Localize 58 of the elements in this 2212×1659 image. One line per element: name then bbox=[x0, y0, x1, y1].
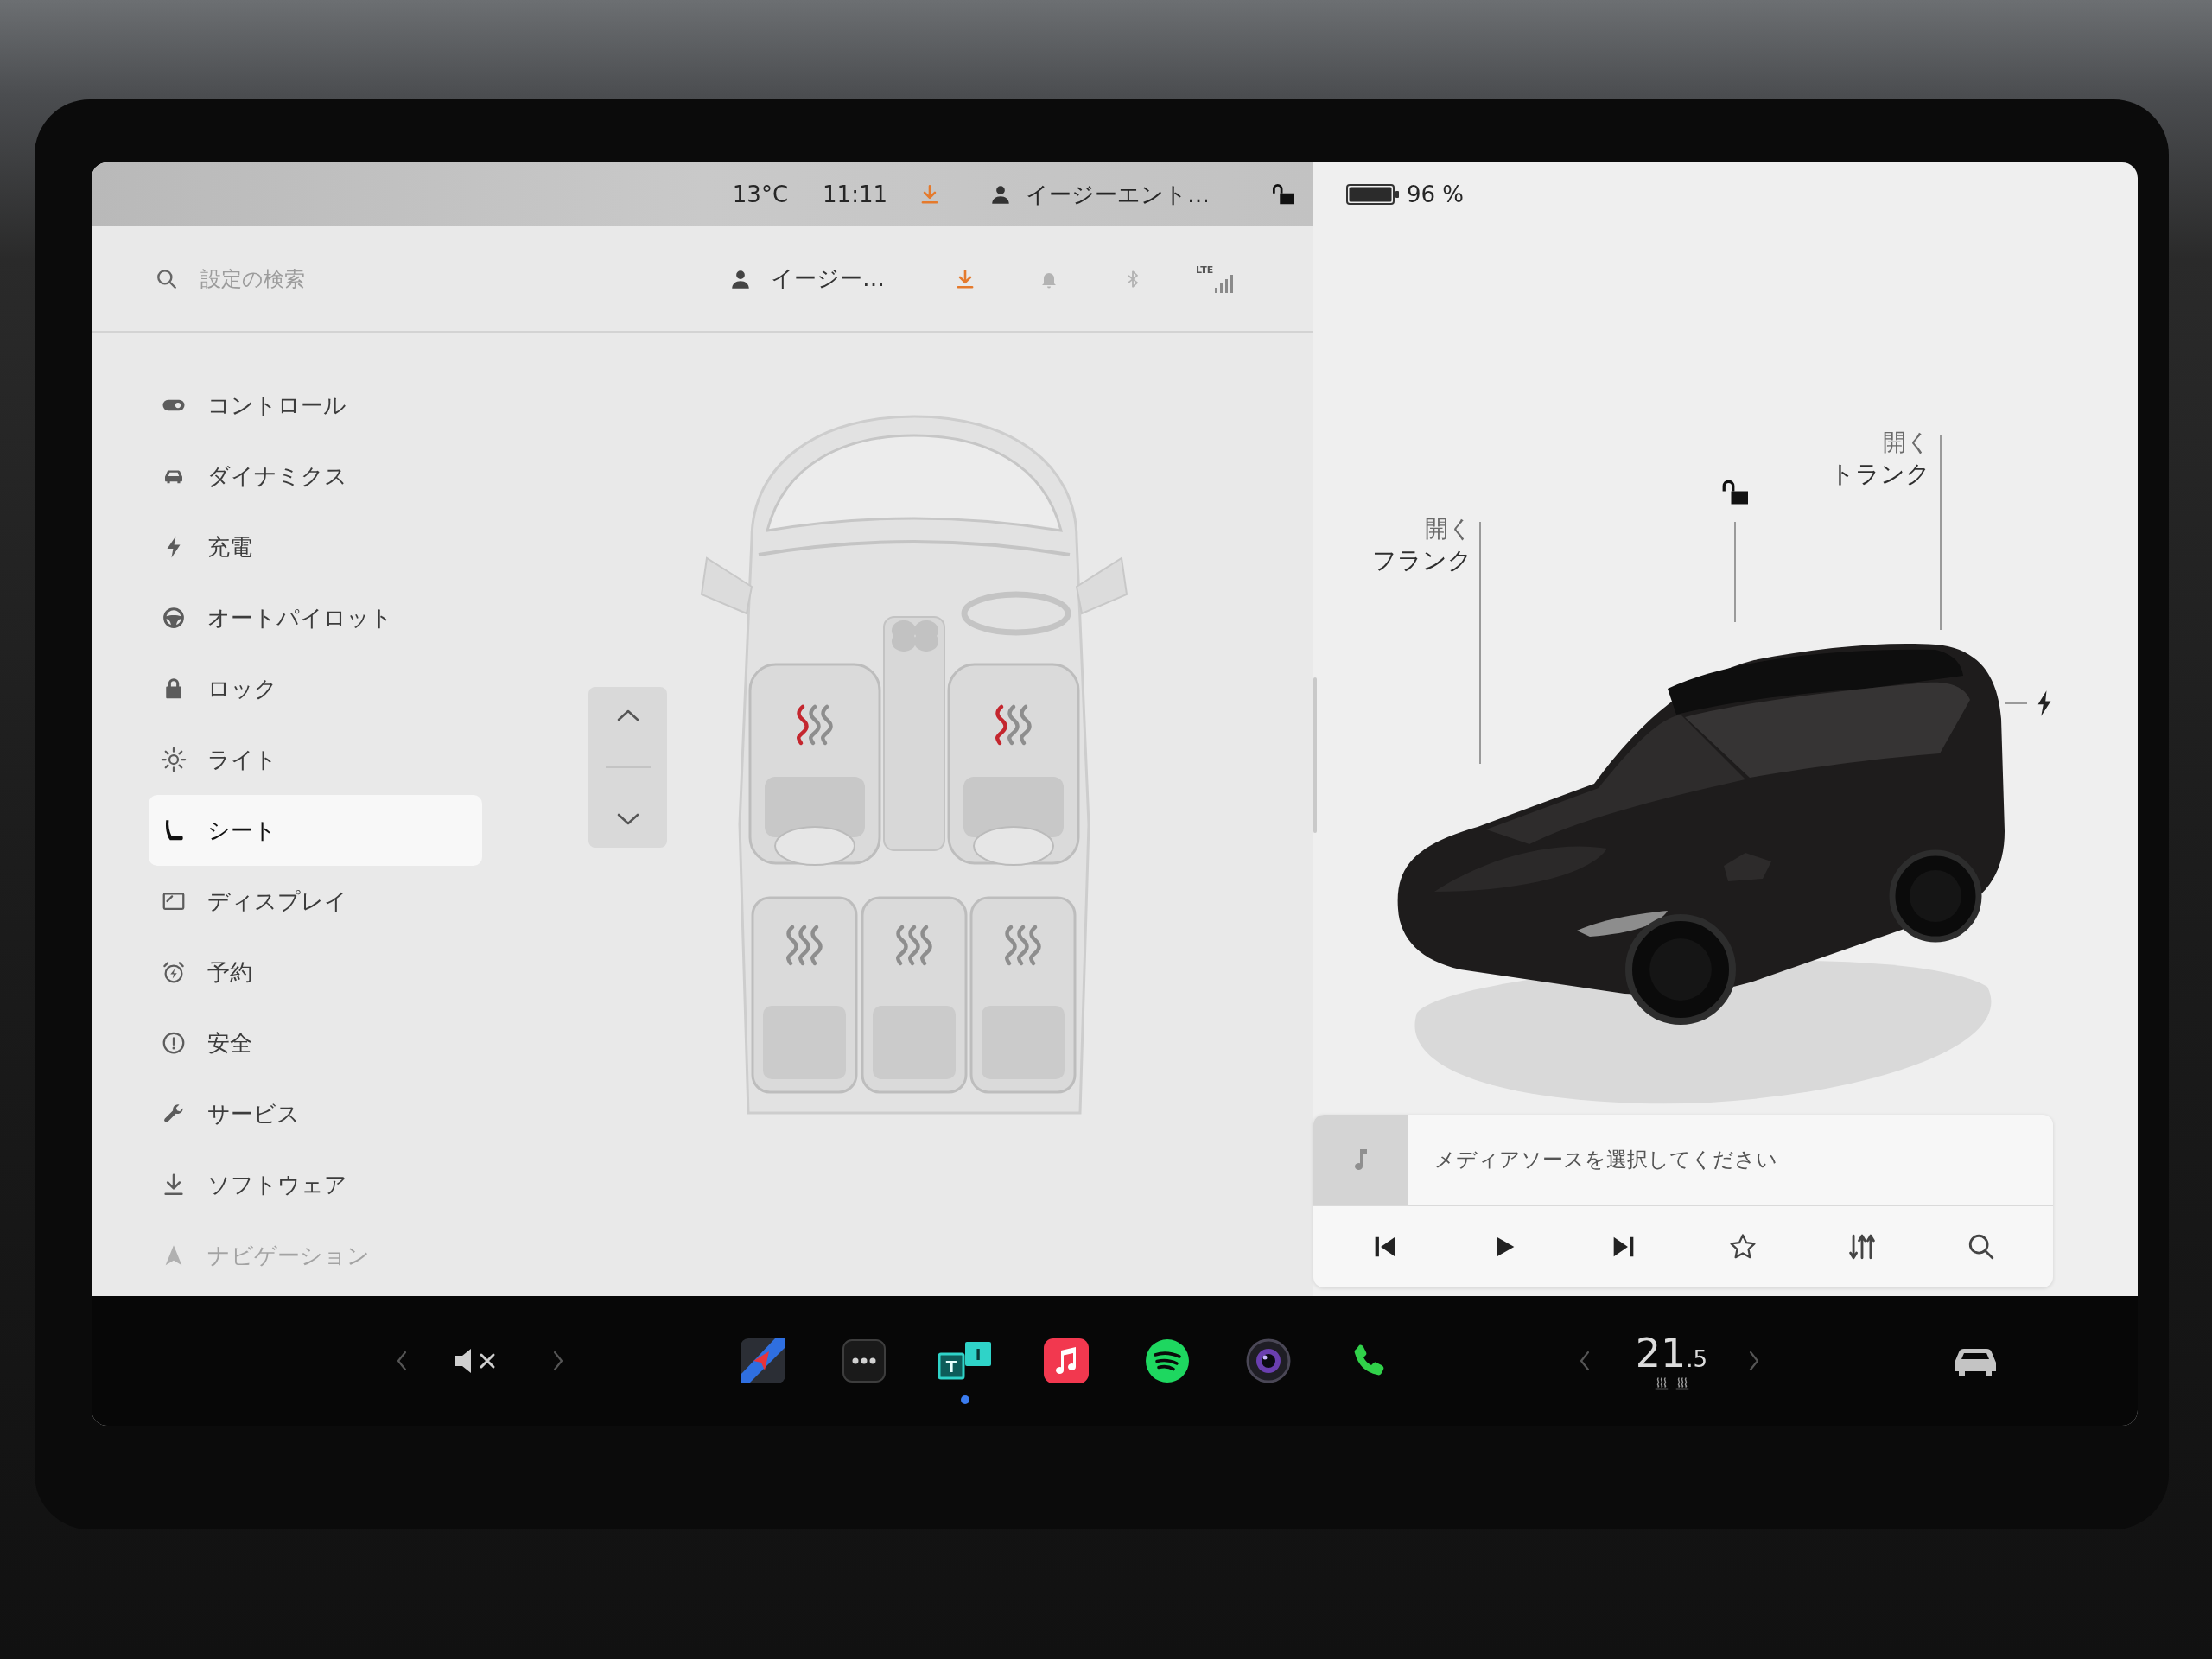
chevron-right-icon[interactable] bbox=[551, 1349, 565, 1373]
trunk-button[interactable]: 開く トランク bbox=[1830, 427, 1930, 492]
camera-lens-icon[interactable] bbox=[1246, 1338, 1291, 1383]
search-field[interactable]: 設定の検索 bbox=[200, 259, 684, 298]
sidebar-item[interactable]: オートパイロット bbox=[149, 582, 482, 653]
steering-wheel-icon bbox=[161, 605, 187, 631]
seat[interactable] bbox=[969, 896, 1077, 1094]
seat-heater-icon[interactable] bbox=[797, 704, 833, 746]
profile-button[interactable]: イージー… bbox=[729, 264, 885, 294]
lightning-bolt-icon[interactable] bbox=[2036, 690, 2053, 717]
profile-button[interactable]: イージーエント… bbox=[989, 179, 1210, 210]
sidebar-item[interactable]: 充電 bbox=[149, 512, 482, 582]
sidebar-item[interactable]: ダイナミクス bbox=[149, 441, 482, 512]
music-app-icon[interactable] bbox=[1044, 1338, 1089, 1383]
battery-percentage: 96 % bbox=[1407, 181, 1465, 207]
alarm-clock-icon bbox=[161, 959, 187, 985]
more-apps-icon[interactable] bbox=[842, 1338, 887, 1383]
equalizer-icon[interactable] bbox=[1847, 1232, 1877, 1262]
navigation-app-icon[interactable] bbox=[741, 1338, 785, 1383]
spotify-icon[interactable] bbox=[1145, 1338, 1190, 1383]
seat-heater-icon[interactable] bbox=[995, 704, 1032, 746]
seat[interactable] bbox=[751, 896, 858, 1094]
seat[interactable] bbox=[861, 896, 968, 1094]
chevron-left-icon[interactable] bbox=[395, 1349, 409, 1373]
sidebar-item[interactable]: シート bbox=[149, 795, 482, 866]
outside-temperature: 13°C bbox=[732, 181, 789, 207]
sidebar-item[interactable]: ソフトウェア bbox=[149, 1149, 482, 1220]
panel-resize-handle[interactable] bbox=[1313, 677, 1317, 833]
leader-line bbox=[2005, 702, 2027, 704]
sidebar-item[interactable]: ロック bbox=[149, 653, 482, 724]
seat-heater-icon[interactable] bbox=[786, 925, 823, 966]
sidebar-item[interactable]: 予約 bbox=[149, 937, 482, 1007]
seat-heater-icon[interactable] bbox=[1005, 925, 1041, 966]
sidebar-item[interactable]: サービス bbox=[149, 1078, 482, 1149]
search-icon[interactable] bbox=[1967, 1232, 1996, 1262]
car-drawing[interactable] bbox=[1397, 643, 2005, 1025]
frunk-button[interactable]: 開く フランク bbox=[1372, 513, 1472, 578]
clock-time: 11:11 bbox=[823, 181, 887, 207]
battery-icon bbox=[1346, 184, 1400, 205]
chevron-right-icon[interactable] bbox=[1747, 1349, 1761, 1373]
cabin-temperature[interactable]: 21.5 bbox=[1635, 1331, 1708, 1376]
sidebar-item[interactable]: コントロール bbox=[149, 370, 482, 441]
network-type: LTE bbox=[1196, 264, 1214, 275]
seat-heater-icon[interactable] bbox=[896, 925, 932, 966]
chevron-down-icon[interactable] bbox=[615, 811, 640, 826]
heat-waves-icon[interactable] bbox=[1674, 1376, 1690, 1391]
sun-icon bbox=[161, 747, 187, 772]
sidebar-item[interactable]: ライト bbox=[149, 724, 482, 795]
music-note-icon bbox=[1352, 1147, 1370, 1173]
chevron-up-icon[interactable] bbox=[615, 709, 640, 723]
sidebar-item[interactable]: 安全 bbox=[149, 1007, 482, 1078]
heat-waves-icon[interactable] bbox=[1653, 1376, 1669, 1391]
search-icon bbox=[156, 267, 178, 290]
exclamation-circle-icon bbox=[161, 1030, 187, 1056]
signal-strength-icon bbox=[1215, 273, 1235, 293]
sidebar-item[interactable]: ディスプレイ bbox=[149, 866, 482, 937]
chevron-left-icon[interactable] bbox=[1578, 1349, 1592, 1373]
media-source-prompt[interactable]: メディアソースを選択してください bbox=[1408, 1146, 1777, 1173]
